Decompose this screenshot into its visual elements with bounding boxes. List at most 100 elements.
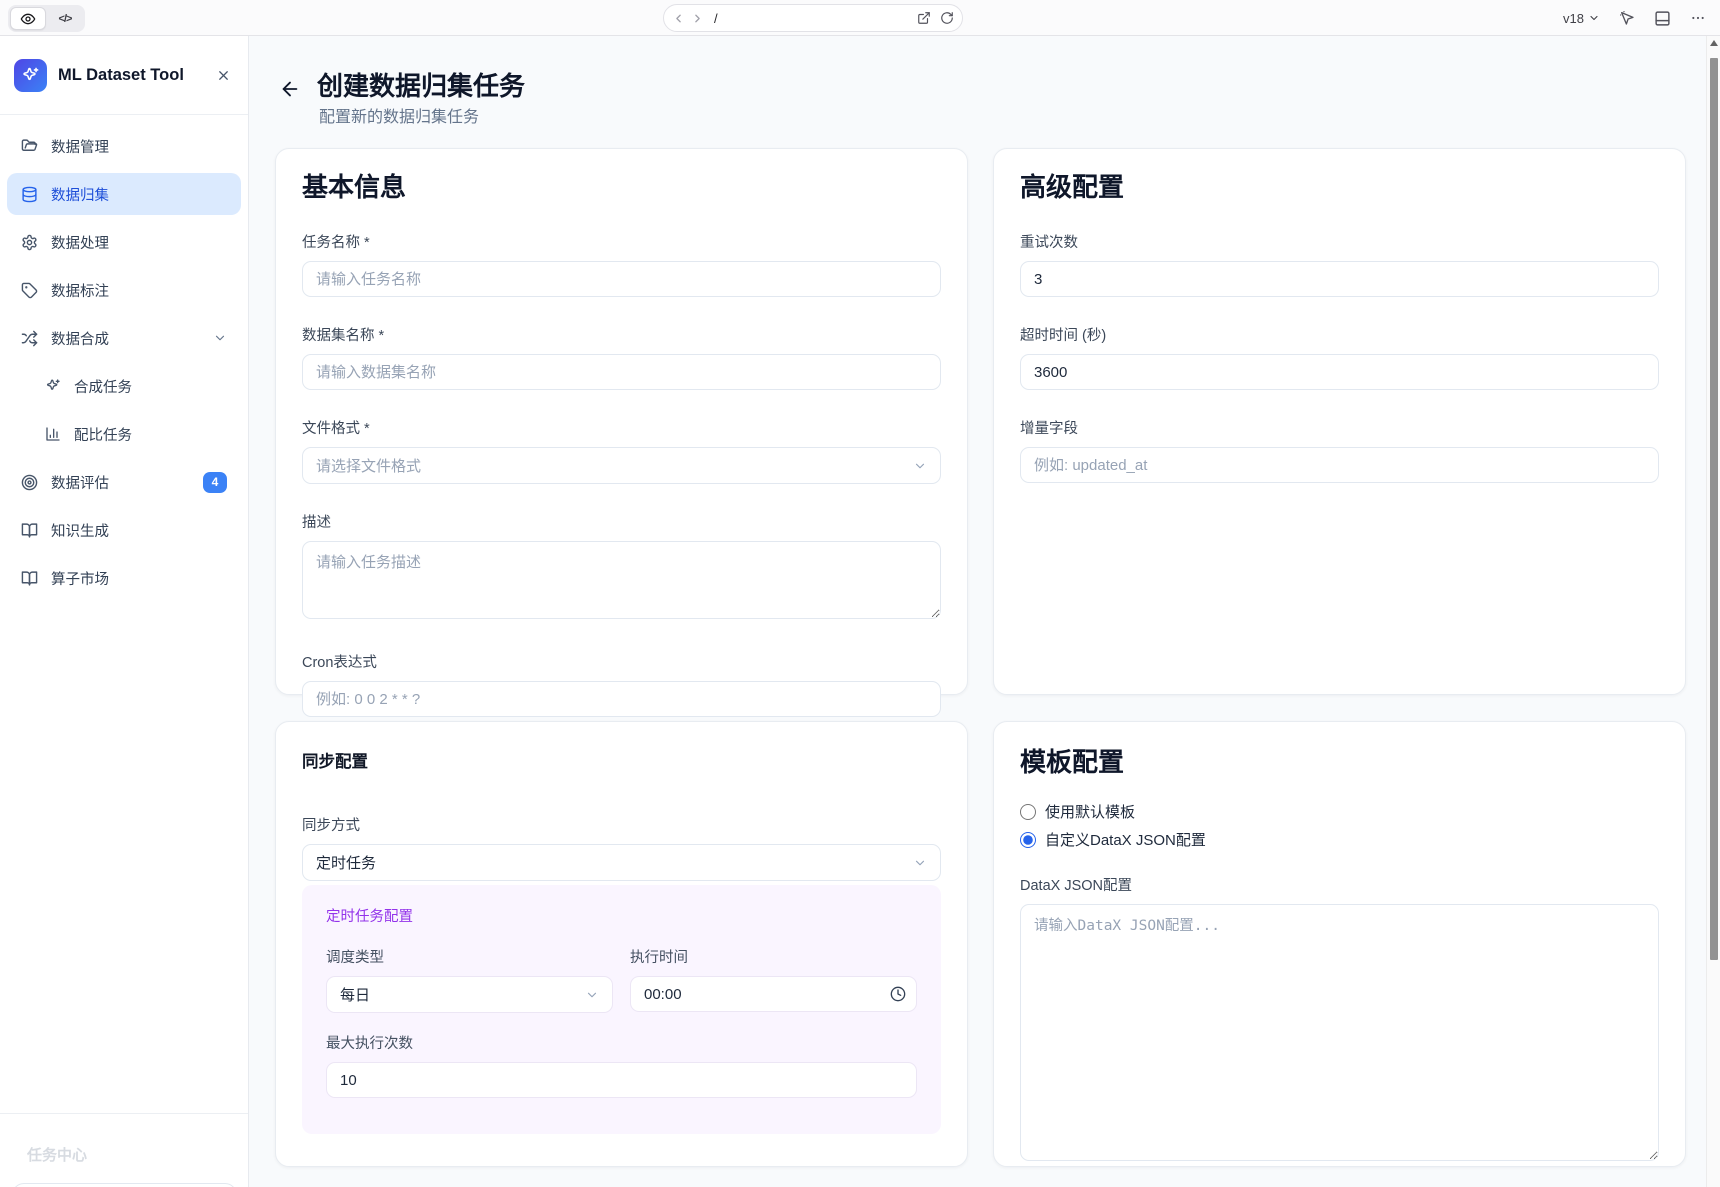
preview-toggle-button[interactable]	[10, 7, 46, 30]
template-config-card: 模板配置 使用默认模板 自定义DataX JSON配置 DataX JSON配置	[993, 721, 1686, 1167]
back-button[interactable]	[279, 78, 301, 100]
file-format-label: 文件格式 *	[302, 417, 941, 438]
app-logo	[14, 59, 47, 92]
custom-datax-label: 自定义DataX JSON配置	[1045, 829, 1206, 850]
dataset-name-label: 数据集名称 *	[302, 324, 941, 345]
sparkles-icon	[21, 66, 40, 85]
forward-nav-icon[interactable]	[691, 12, 704, 25]
browser-toolbar: </> / v18	[0, 0, 1720, 36]
sidebar-item-label: 知识生成	[51, 520, 109, 541]
open-external-icon[interactable]	[917, 11, 931, 25]
schedule-type-select[interactable]: 每日	[326, 976, 613, 1013]
shuffle-icon	[21, 330, 38, 347]
sidebar-item-ratio-task[interactable]: 配比任务	[31, 413, 241, 455]
template-config-title: 模板配置	[1020, 742, 1659, 779]
sidebar: ML Dataset Tool 数据管理 数据归集 数据处理 数据标注 数据合成	[0, 36, 249, 1187]
file-format-value: 请选择文件格式	[316, 455, 913, 476]
sidebar-item-data-management[interactable]: 数据管理	[7, 125, 241, 167]
scrollbar-thumb[interactable]	[1710, 58, 1718, 960]
sparkles-icon	[45, 378, 61, 394]
sidebar-item-data-processing[interactable]: 数据处理	[7, 221, 241, 263]
datax-json-label: DataX JSON配置	[1020, 874, 1659, 895]
sync-mode-select[interactable]: 定时任务	[302, 844, 941, 881]
target-icon	[21, 474, 38, 491]
datax-json-textarea[interactable]	[1020, 904, 1659, 1161]
page-subtitle: 配置新的数据归集任务	[319, 103, 479, 127]
pointer-tool-icon[interactable]	[1619, 10, 1635, 26]
close-icon	[216, 68, 231, 83]
sidebar-item-label: 数据标注	[51, 280, 109, 301]
chevron-down-icon	[585, 988, 599, 1002]
advanced-config-card: 高级配置 重试次数 超时时间 (秒) 增量字段	[993, 148, 1686, 695]
default-template-radio[interactable]	[1020, 804, 1036, 820]
version-dropdown[interactable]: v18	[1563, 11, 1600, 26]
task-name-input[interactable]	[302, 261, 941, 297]
default-template-label: 使用默认模板	[1045, 801, 1135, 822]
retry-count-label: 重试次数	[1020, 231, 1659, 252]
page-title: 创建数据归集任务	[317, 66, 525, 103]
database-icon	[21, 186, 38, 203]
incremental-field-input[interactable]	[1020, 447, 1659, 483]
gear-icon	[21, 234, 38, 251]
custom-datax-radio[interactable]	[1020, 832, 1036, 848]
back-nav-icon[interactable]	[672, 12, 685, 25]
book-open-icon	[21, 522, 38, 539]
task-name-label: 任务名称 *	[302, 231, 941, 252]
eye-icon	[20, 11, 36, 27]
scroll-up-arrow-icon[interactable]	[1710, 40, 1718, 46]
sidebar-item-label: 数据处理	[51, 232, 109, 253]
sidebar-nav: 数据管理 数据归集 数据处理 数据标注 数据合成 合成任务 配比任务	[0, 115, 248, 599]
sidebar-header: ML Dataset Tool	[0, 36, 248, 115]
basic-info-card: 基本信息 任务名称 * 数据集名称 * 文件格式 * 请选择文件格式 描述 Cr…	[275, 148, 968, 695]
view-mode-toggle: </>	[8, 5, 85, 32]
folder-open-icon	[21, 138, 38, 155]
schedule-type-value: 每日	[340, 984, 585, 1005]
chevron-down-icon	[213, 331, 227, 345]
code-icon: </>	[59, 13, 72, 25]
template-radio-group: 使用默认模板 自定义DataX JSON配置	[1020, 801, 1659, 850]
sidebar-item-data-collection[interactable]: 数据归集	[7, 173, 241, 215]
custom-datax-option[interactable]: 自定义DataX JSON配置	[1020, 829, 1659, 850]
exec-time-label: 执行时间	[630, 946, 917, 967]
sidebar-item-data-evaluation[interactable]: 数据评估 4	[7, 461, 241, 503]
more-menu-icon[interactable]	[1690, 10, 1706, 26]
sidebar-item-synthesis-task[interactable]: 合成任务	[31, 365, 241, 407]
description-label: 描述	[302, 511, 941, 532]
refresh-icon[interactable]	[940, 11, 954, 25]
advanced-config-title: 高级配置	[1020, 167, 1659, 204]
main-content: 创建数据归集任务 配置新的数据归集任务 基本信息 任务名称 * 数据集名称 * …	[249, 36, 1706, 1187]
chevron-down-icon	[913, 856, 927, 870]
retry-count-input[interactable]	[1020, 261, 1659, 297]
incremental-field-label: 增量字段	[1020, 417, 1659, 438]
file-format-select[interactable]: 请选择文件格式	[302, 447, 941, 484]
task-center-panel	[12, 1183, 237, 1187]
sidebar-footer: 任务中心	[0, 1113, 248, 1187]
description-textarea[interactable]	[302, 541, 941, 619]
arrow-left-icon	[279, 78, 301, 100]
dataset-name-input[interactable]	[302, 354, 941, 390]
task-center-label: 任务中心	[27, 1144, 234, 1165]
max-exec-input[interactable]	[326, 1062, 917, 1098]
code-toggle-button[interactable]: </>	[47, 7, 83, 30]
evaluation-count-badge: 4	[203, 472, 227, 493]
sync-mode-label: 同步方式	[302, 814, 941, 835]
sidebar-item-label: 数据管理	[51, 136, 109, 157]
sidebar-item-operator-market[interactable]: 算子市场	[7, 557, 241, 599]
timeout-label: 超时时间 (秒)	[1020, 324, 1659, 345]
basic-info-title: 基本信息	[302, 167, 941, 204]
close-sidebar-button[interactable]	[212, 64, 234, 86]
version-label: v18	[1563, 11, 1584, 26]
cron-input[interactable]	[302, 681, 941, 717]
exec-time-input[interactable]	[630, 976, 917, 1012]
address-bar[interactable]: /	[663, 4, 963, 32]
sidebar-item-data-synthesis[interactable]: 数据合成	[7, 317, 241, 359]
sidebar-item-label: 算子市场	[51, 568, 109, 589]
panel-layout-icon[interactable]	[1654, 10, 1671, 27]
default-template-option[interactable]: 使用默认模板	[1020, 801, 1659, 822]
chevron-down-icon	[1588, 12, 1600, 24]
sidebar-item-data-labeling[interactable]: 数据标注	[7, 269, 241, 311]
url-path[interactable]: /	[714, 11, 917, 26]
timeout-input[interactable]	[1020, 354, 1659, 390]
vertical-scrollbar[interactable]	[1706, 36, 1720, 1187]
sidebar-item-knowledge-generation[interactable]: 知识生成	[7, 509, 241, 551]
